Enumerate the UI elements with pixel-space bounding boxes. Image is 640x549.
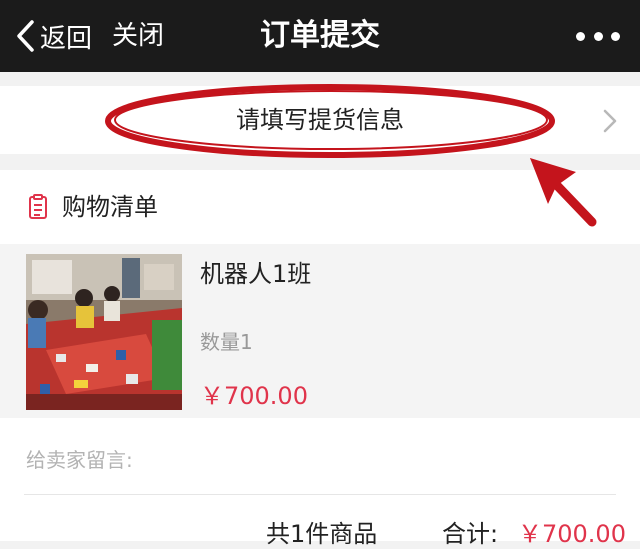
list-icon xyxy=(29,194,47,219)
total-amount: ￥700.00 xyxy=(518,520,626,548)
more-dot xyxy=(593,31,603,41)
pickup-info-label: 请填写提货信息 xyxy=(236,106,404,134)
more-icon[interactable] xyxy=(576,22,620,50)
seller-message-input[interactable] xyxy=(26,440,614,480)
order-footer: 共1件商品 合计: ￥700.00 xyxy=(0,418,640,548)
nav-bar: 返回 关闭 订单提交 xyxy=(0,0,640,72)
pickup-info-row[interactable]: 请填写提货信息 xyxy=(0,86,640,154)
product-quantity: 数量1 xyxy=(200,330,253,354)
product-item[interactable]: 机器人1班 数量1 ￥700.00 xyxy=(0,244,640,418)
back-label: 返回 xyxy=(40,23,93,54)
page-title: 订单提交 xyxy=(260,18,380,53)
product-price: ￥700.00 xyxy=(200,382,308,410)
product-name: 机器人1班 xyxy=(200,260,312,288)
product-thumbnail xyxy=(26,254,182,410)
back-button[interactable]: 返回 xyxy=(14,14,92,58)
more-dot xyxy=(576,31,585,41)
shopping-list-title: 购物清单 xyxy=(62,193,158,221)
divider xyxy=(24,494,616,495)
chevron-right-icon xyxy=(603,109,617,133)
item-count: 共1件商品 xyxy=(266,520,378,548)
more-dot xyxy=(611,31,620,41)
close-button[interactable]: 关闭 xyxy=(112,14,164,58)
shopping-list-header: 购物清单 xyxy=(0,170,640,244)
total-label: 合计: xyxy=(442,520,499,548)
chevron-left-icon xyxy=(17,20,34,52)
